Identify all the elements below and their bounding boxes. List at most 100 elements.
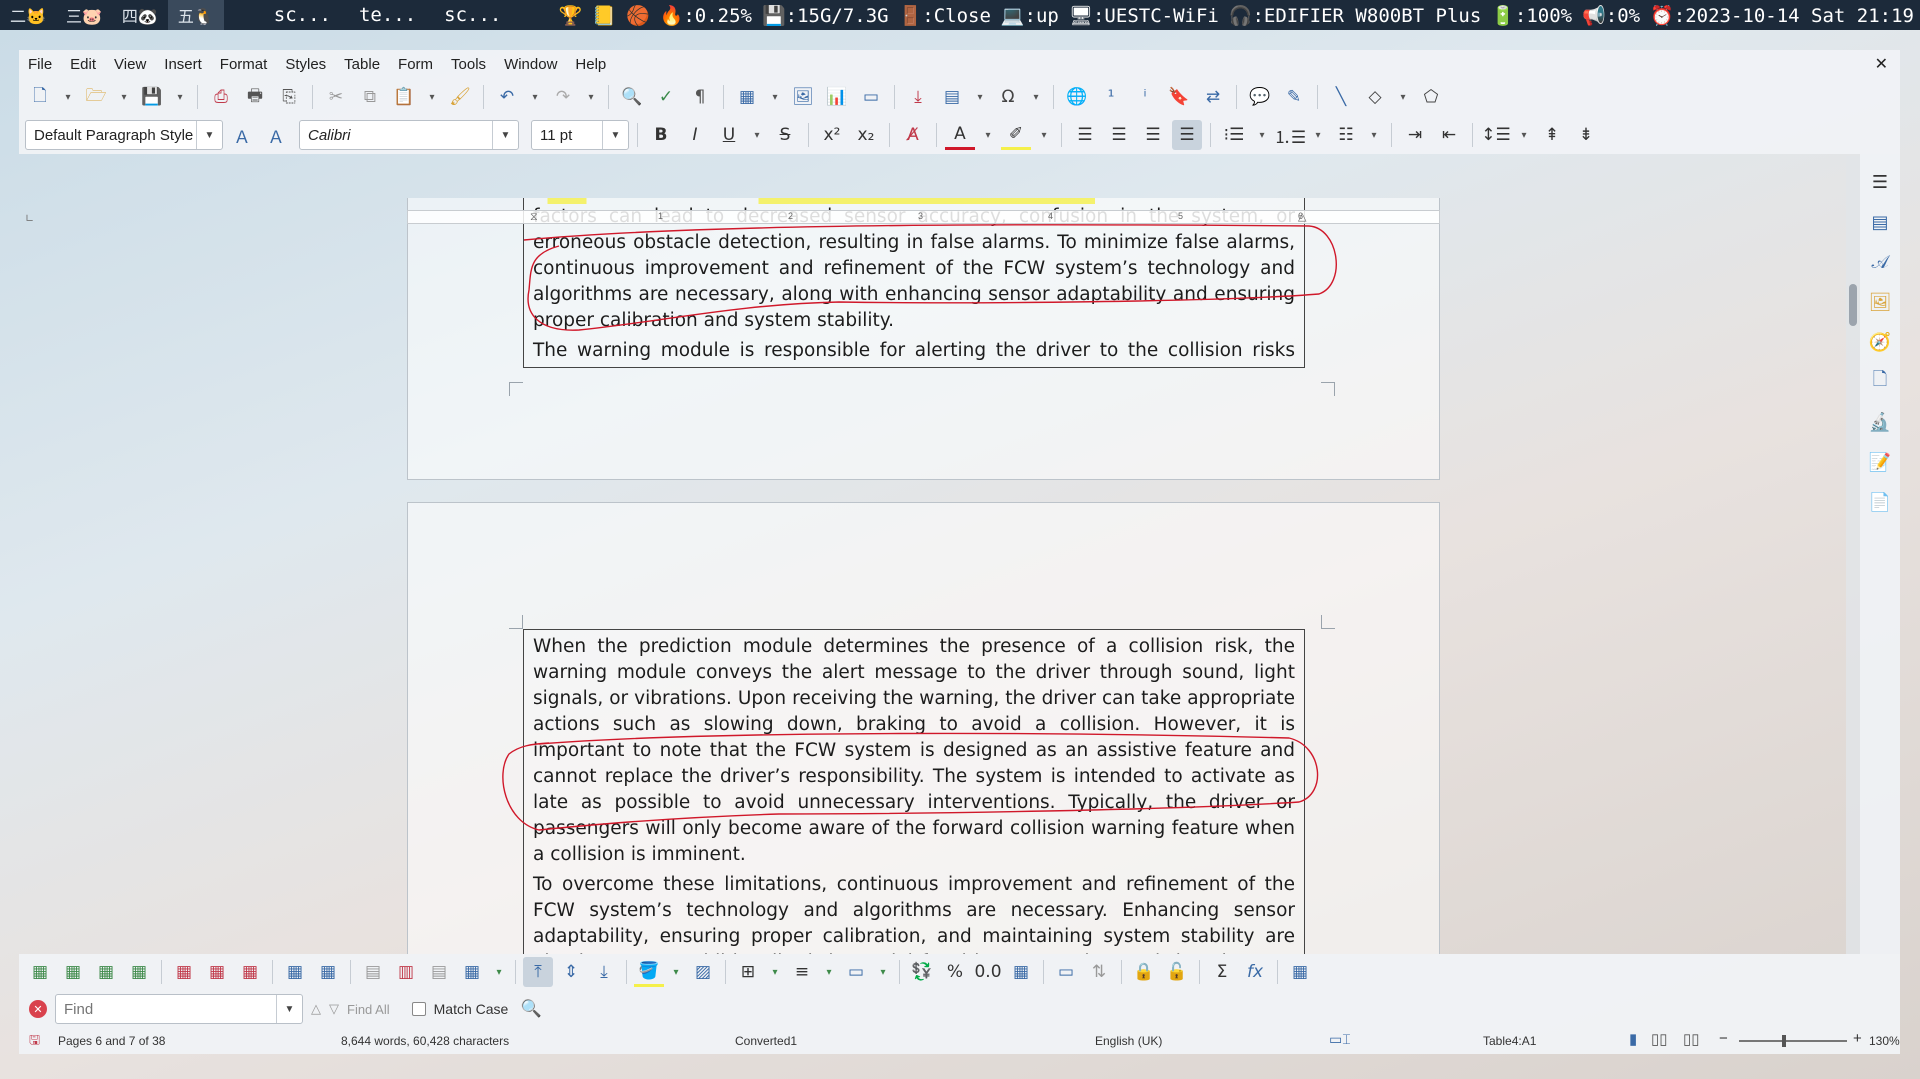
match-case-checkbox[interactable] (411, 1002, 426, 1016)
close-find-icon[interactable]: ✕ (29, 1000, 47, 1018)
delete-rows-icon[interactable]: ▦ (169, 957, 199, 987)
redo-icon[interactable]: ↷ (548, 82, 578, 112)
design-icon[interactable]: 📄 (1866, 488, 1894, 516)
align-center-icon[interactable]: ☰ (1104, 120, 1134, 150)
document-modified-icon[interactable]: 🖫 (29, 1031, 40, 1053)
border-style-icon[interactable]: ≡ (787, 957, 817, 987)
formatting-marks-icon[interactable]: ¶ (685, 82, 715, 112)
align-left-icon[interactable]: ☰ (1070, 120, 1100, 150)
workspace-2[interactable]: 二🐱 (0, 0, 56, 30)
page-count[interactable]: Pages 6 and 7 of 38 (58, 1034, 165, 1048)
number-format-currency-icon[interactable]: 💱 (907, 957, 937, 987)
special-character-icon[interactable]: Ω (993, 82, 1023, 112)
comment-icon[interactable]: 💬 (1245, 82, 1275, 112)
strikethrough-icon[interactable]: S (770, 120, 800, 150)
number-format-decimal-icon[interactable]: 0.0 (973, 957, 1003, 987)
increase-indent-icon[interactable]: ⇥ (1400, 120, 1430, 150)
find-input-combo[interactable]: ▼ (55, 994, 303, 1024)
insert-table-icon[interactable]: ▦ (732, 82, 762, 112)
window-title-1[interactable]: sc... (274, 4, 331, 26)
close-document-icon[interactable]: ✕ (1875, 54, 1900, 74)
chevron-down-icon[interactable]: ▼ (602, 121, 628, 149)
track-changes-icon[interactable]: ✎ (1279, 82, 1309, 112)
endnote-icon[interactable]: ⁱ (1130, 82, 1160, 112)
properties-icon[interactable]: ▤ (1866, 208, 1894, 236)
merge-cells-icon[interactable]: ▤ (358, 957, 388, 987)
outline-dropdown-icon[interactable]: ▾ (1365, 120, 1383, 150)
border-style-dropdown-icon[interactable]: ▾ (820, 957, 838, 987)
border-color-icon[interactable]: ▭ (841, 957, 871, 987)
document-area[interactable]: ∟ factors can lead to decreased sensor a… (19, 154, 1900, 954)
numbered-dropdown-icon[interactable]: ▾ (1309, 120, 1327, 150)
export-pdf-icon[interactable]: ⎙ (206, 82, 236, 112)
highlight-dropdown-icon[interactable]: ▾ (1035, 120, 1053, 150)
workspace-3[interactable]: 三🐷 (56, 0, 112, 30)
numbered-list-icon[interactable]: ⒈☰ (1274, 120, 1306, 150)
paste-icon[interactable]: 📋 (389, 82, 419, 112)
cut-icon[interactable]: ✂ (321, 82, 351, 112)
table-cell-page7[interactable]: When the prediction module determines th… (523, 629, 1305, 954)
insert-field-icon[interactable]: ▤ (937, 82, 967, 112)
superscript-icon[interactable]: x² (817, 120, 847, 150)
font-name-combo[interactable]: Calibri ▼ (299, 120, 519, 150)
style-inspector-icon[interactable]: 🔬 (1866, 408, 1894, 436)
find-previous-icon[interactable]: △ (311, 1001, 321, 1017)
redo-dropdown-icon[interactable]: ▾ (582, 82, 600, 112)
select-table-icon[interactable]: ▦ (313, 957, 343, 987)
spelling-icon[interactable]: ✓ (651, 82, 681, 112)
line-icon[interactable]: ╲ (1326, 82, 1356, 112)
page-icon[interactable]: 🗋 (1866, 368, 1894, 396)
workspace-5[interactable]: 五🐧 (167, 0, 224, 30)
paste-dropdown-icon[interactable]: ▾ (423, 82, 441, 112)
multi-page-view-icon[interactable]: ▯▯ (1651, 1030, 1668, 1048)
draw-functions-icon[interactable]: ⬠ (1416, 82, 1446, 112)
align-right-icon[interactable]: ☰ (1138, 120, 1168, 150)
workspace-4[interactable]: 四🐼 (112, 0, 168, 30)
italic-icon[interactable]: I (680, 120, 710, 150)
optimize-dropdown-icon[interactable]: ▾ (490, 957, 508, 987)
underline-dropdown-icon[interactable]: ▾ (748, 120, 766, 150)
insert-columns-after-icon[interactable]: ▦ (124, 957, 154, 987)
line-spacing-icon[interactable]: ↕☰ (1481, 120, 1511, 150)
open-dropdown-icon[interactable]: ▾ (115, 82, 133, 112)
optimize-size-icon[interactable]: ▦ (457, 957, 487, 987)
language[interactable]: English (UK) (1095, 1034, 1162, 1048)
font-color-icon[interactable]: A (945, 120, 975, 150)
selection-mode-icon[interactable]: ▭⌶ (1329, 1031, 1351, 1048)
number-format-date-icon[interactable]: ▦ (1006, 957, 1036, 987)
font-size-combo[interactable]: 11 pt ▼ (531, 120, 629, 150)
zoom-in-icon[interactable]: + (1853, 1030, 1862, 1047)
protect-cells-icon[interactable]: 🔒 (1129, 957, 1159, 987)
cell-bg-dropdown-icon[interactable]: ▾ (667, 957, 685, 987)
bullet-dropdown-icon[interactable]: ▾ (1253, 120, 1271, 150)
find-all-button[interactable]: Find All (347, 1002, 390, 1017)
menu-form[interactable]: Form (389, 56, 442, 73)
find-input[interactable] (56, 1000, 276, 1018)
zoom-slider[interactable] (1739, 1040, 1847, 1042)
footnote-icon[interactable]: ¹ (1096, 82, 1126, 112)
word-count[interactable]: 8,644 words, 60,428 characters (341, 1034, 509, 1048)
save-dropdown-icon[interactable]: ▾ (171, 82, 189, 112)
menu-table[interactable]: Table (335, 56, 389, 73)
menu-insert[interactable]: Insert (155, 56, 211, 73)
print-preview-icon[interactable]: ⎘ (274, 82, 304, 112)
insert-columns-before-icon[interactable]: ▦ (91, 957, 121, 987)
align-bottom-icon[interactable]: ⤓ (589, 957, 619, 987)
center-vertically-icon[interactable]: ⇕ (556, 957, 586, 987)
zoom-out-icon[interactable]: − (1719, 1030, 1728, 1047)
sort-icon[interactable]: ⇅ (1084, 957, 1114, 987)
window-title-3[interactable]: sc... (444, 4, 501, 26)
zoom-slider-knob[interactable] (1782, 1035, 1786, 1047)
copy-icon[interactable]: ⧉ (355, 82, 385, 112)
right-indent-marker[interactable]: △ (1298, 210, 1306, 223)
menu-format[interactable]: Format (211, 56, 277, 73)
bookmark-icon[interactable]: 🔖 (1164, 82, 1194, 112)
insert-chart-icon[interactable]: 📊 (822, 82, 852, 112)
sum-icon[interactable]: Σ (1207, 957, 1237, 987)
insert-textbox-icon[interactable]: ▭ (856, 82, 886, 112)
bullet-list-icon[interactable]: ⁝☰ (1219, 120, 1249, 150)
print-icon[interactable]: 🖶 (240, 82, 270, 112)
menu-help[interactable]: Help (566, 56, 615, 73)
page-style[interactable]: Converted1 (735, 1034, 797, 1048)
menu-tools[interactable]: Tools (442, 56, 495, 73)
